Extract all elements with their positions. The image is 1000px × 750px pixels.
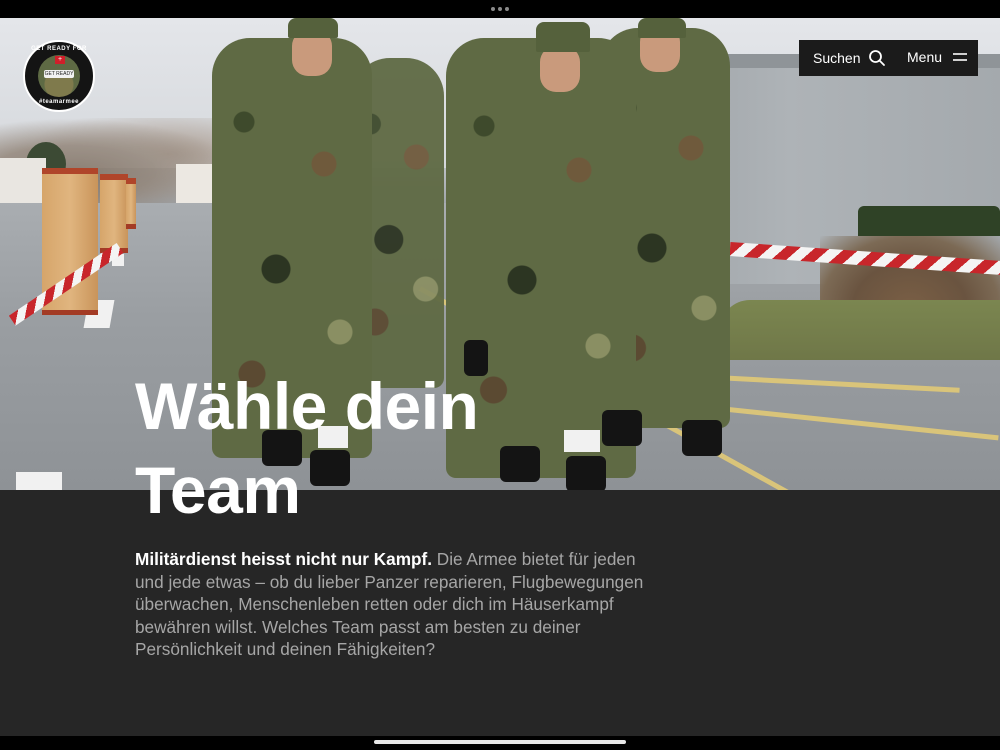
top-navigation: Suchen Menu xyxy=(799,40,978,76)
soldier-face xyxy=(540,46,580,92)
logo-hashtag: #teamarmee xyxy=(38,99,80,105)
intro-text-bold: Militärdienst heisst nicht nur Kampf. xyxy=(135,549,432,569)
grass-patch xyxy=(720,300,1000,360)
background-house xyxy=(0,158,46,206)
soldier-boot xyxy=(602,410,642,446)
home-indicator[interactable] xyxy=(374,740,626,744)
swiss-cross-icon: + xyxy=(55,56,65,64)
intro-text: Militärdienst heisst nicht nur Kampf. Di… xyxy=(135,548,645,661)
soldier-cap xyxy=(536,22,590,52)
hedge xyxy=(858,206,1000,236)
soldier-cap xyxy=(288,18,338,38)
wooden-post xyxy=(100,174,128,253)
background-house xyxy=(176,164,216,204)
wooden-post xyxy=(126,178,136,229)
hamburger-menu-icon xyxy=(953,53,968,61)
logo-arc-text: GET READY xyxy=(44,70,74,78)
multitasking-dots-icon[interactable] xyxy=(491,7,509,11)
page-title: Wähle dein Team xyxy=(135,369,479,527)
soldier-boot xyxy=(682,420,722,456)
logo-top-text: GET READY FOR xyxy=(31,46,87,52)
lane-marking xyxy=(16,472,62,490)
soldier-cap xyxy=(638,18,686,38)
search-label: Suchen xyxy=(813,50,861,66)
search-button[interactable]: Suchen xyxy=(813,49,886,67)
status-bar xyxy=(0,0,1000,18)
teamarmee-logo-link[interactable]: GET READY FOR GET READY + #teamarmee xyxy=(23,40,95,112)
search-icon xyxy=(869,50,886,66)
menu-button[interactable]: Menu xyxy=(907,49,968,65)
menu-label: Menu xyxy=(907,49,943,65)
